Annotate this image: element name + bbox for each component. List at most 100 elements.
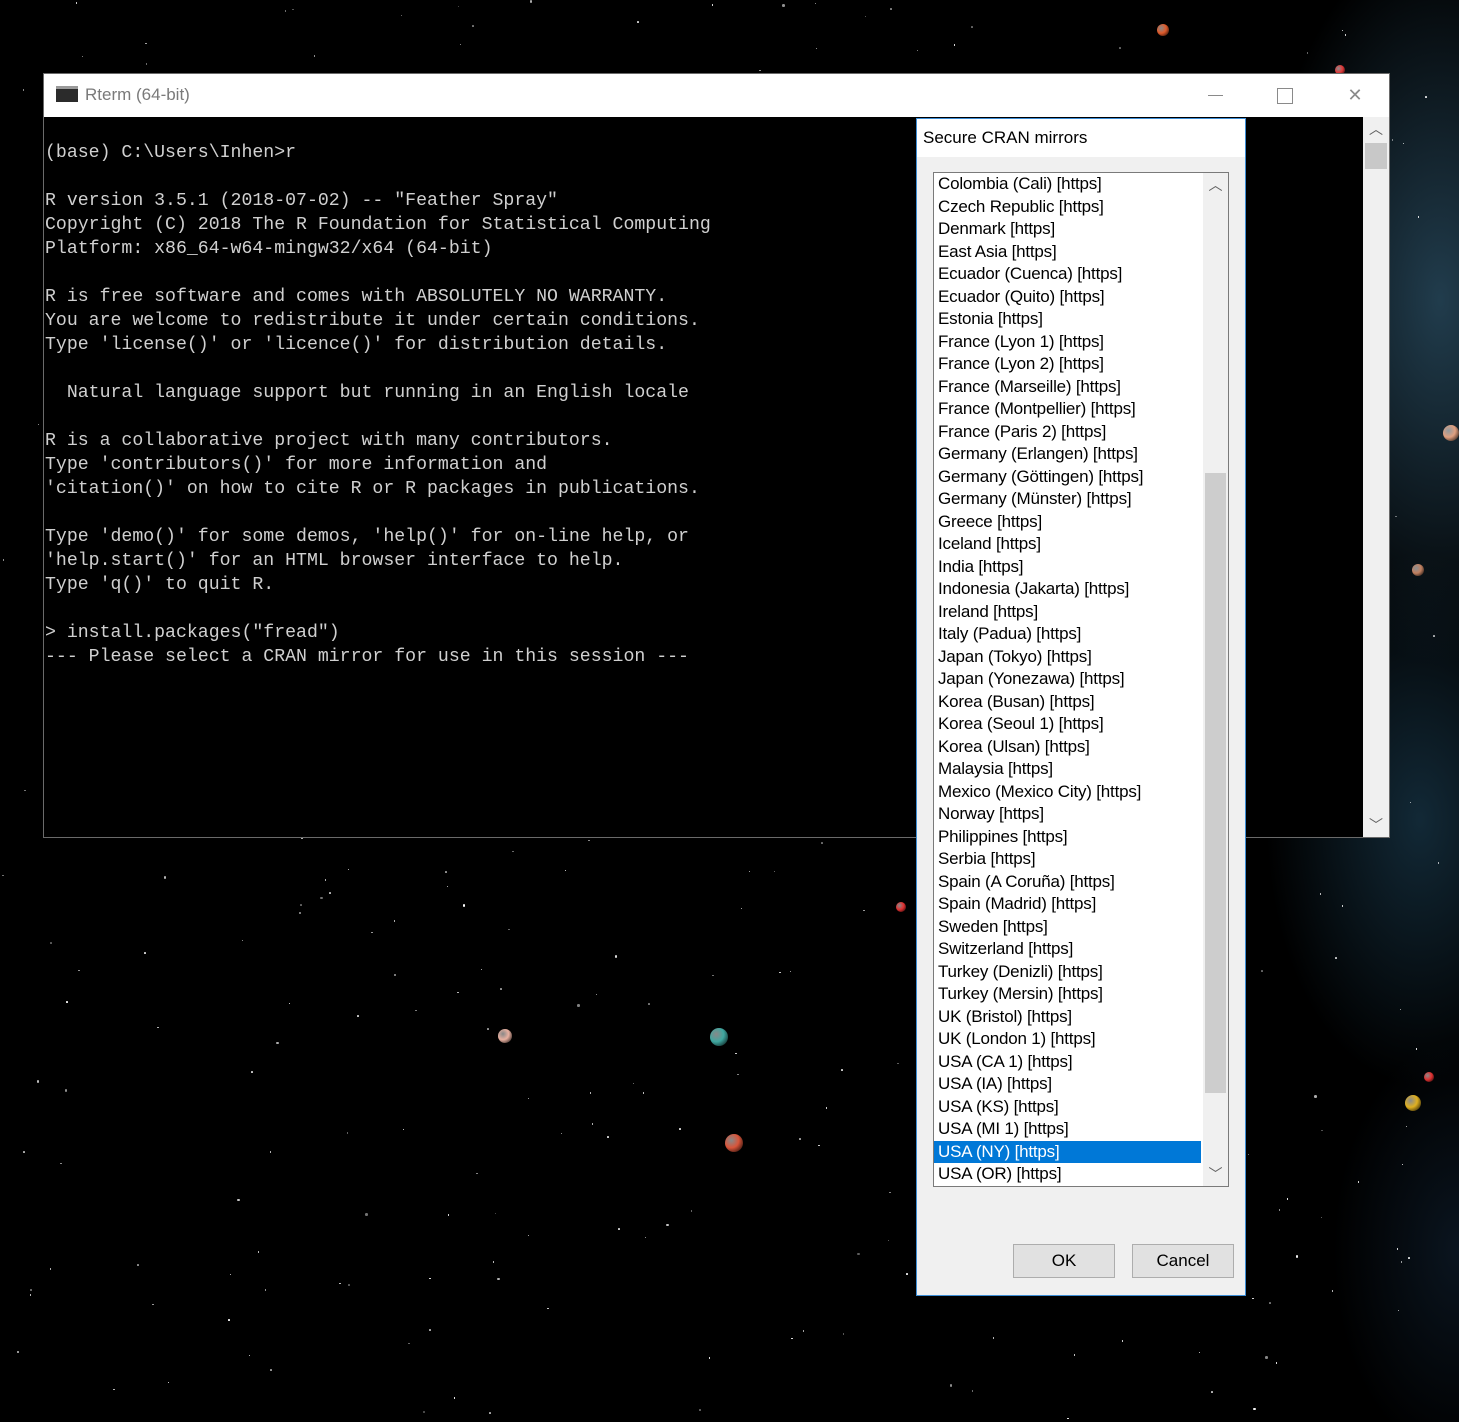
star xyxy=(276,1041,279,1045)
star xyxy=(773,870,776,873)
ok-button[interactable]: OK xyxy=(1013,1244,1115,1278)
mirror-list-item[interactable]: Germany (Göttingen) [https] xyxy=(934,466,1201,489)
star xyxy=(802,1330,805,1332)
mirror-list-item[interactable]: Korea (Busan) [https] xyxy=(934,691,1201,714)
console-line: 'citation()' on how to cite R or R packa… xyxy=(45,479,700,499)
mirror-list-item[interactable]: Ireland [https] xyxy=(934,601,1201,624)
star xyxy=(292,8,294,11)
scroll-down-icon[interactable]: ﹀ xyxy=(1363,813,1389,837)
mirror-list-item[interactable]: France (Paris 2) [https] xyxy=(934,421,1201,444)
mirror-list-item[interactable]: Korea (Seoul 1) [https] xyxy=(934,713,1201,736)
maximize-button[interactable] xyxy=(1250,74,1320,117)
mirror-list-item[interactable]: Japan (Tokyo) [https] xyxy=(934,646,1201,669)
mirror-list-item[interactable]: Malaysia [https] xyxy=(934,758,1201,781)
mirror-list-item[interactable]: USA (OR) [https] xyxy=(934,1163,1201,1186)
mirror-list-item[interactable]: Spain (A Coruña) [https] xyxy=(934,871,1201,894)
cran-mirror-dialog[interactable]: Secure CRAN mirrors Colombia (Cali) [htt… xyxy=(916,118,1246,1296)
list-scroll-thumb[interactable] xyxy=(1205,473,1226,1093)
mirror-list-item[interactable]: India [https] xyxy=(934,556,1201,579)
window-titlebar[interactable]: Rterm (64-bit) ✕ xyxy=(44,74,1389,117)
mirror-list-item[interactable]: Italy (Padua) [https] xyxy=(934,623,1201,646)
mirror-list-item[interactable]: Denmark [https] xyxy=(934,218,1201,241)
console-line: R is a collaborative project with many c… xyxy=(45,431,613,451)
mirror-list-item[interactable]: France (Lyon 1) [https] xyxy=(934,331,1201,354)
mirror-list-item[interactable]: East Asia [https] xyxy=(934,241,1201,264)
mirror-list-item[interactable]: Ecuador (Cuenca) [https] xyxy=(934,263,1201,286)
planet xyxy=(1443,425,1459,441)
planet xyxy=(896,902,906,912)
mirror-list-item[interactable]: USA (KS) [https] xyxy=(934,1096,1201,1119)
maximize-icon xyxy=(1277,87,1293,104)
star xyxy=(591,1123,594,1125)
star xyxy=(248,1354,251,1357)
list-scroll-up-icon[interactable]: ︿ xyxy=(1203,173,1228,197)
star xyxy=(992,1337,995,1339)
mirror-listbox[interactable]: Colombia (Cali) [https] Czech Republic [h… xyxy=(933,172,1229,1187)
mirror-list[interactable]: Colombia (Cali) [https] Czech Republic [h… xyxy=(934,173,1201,1186)
cancel-button[interactable]: Cancel xyxy=(1132,1244,1234,1278)
list-scroll-down-icon[interactable]: ﹀ xyxy=(1203,1162,1228,1186)
mirror-list-item[interactable]: Iceland [https] xyxy=(934,533,1201,556)
mirror-list-item[interactable]: USA (IA) [https] xyxy=(934,1073,1201,1096)
star xyxy=(66,1001,68,1003)
mirror-list-item[interactable]: USA (CA 1) [https] xyxy=(934,1051,1201,1074)
console-scrollbar[interactable]: ︿ ﹀ xyxy=(1363,117,1389,837)
star xyxy=(357,1015,359,1017)
mirror-list-item[interactable]: USA (NY) [https] xyxy=(934,1140,1201,1163)
mirror-list-item[interactable]: USA (MI 1) [https] xyxy=(934,1118,1201,1141)
mirror-list-item[interactable]: Czech Republic [https] xyxy=(934,196,1201,219)
mirror-list-item[interactable]: UK (Bristol) [https] xyxy=(934,1006,1201,1029)
planet xyxy=(498,1029,512,1043)
star xyxy=(897,1062,899,1065)
mirror-list-item[interactable]: France (Marseille) [https] xyxy=(934,376,1201,399)
scroll-up-icon[interactable]: ︿ xyxy=(1363,117,1389,141)
minimize-button[interactable] xyxy=(1180,74,1250,117)
star xyxy=(313,55,316,57)
star xyxy=(737,1073,739,1076)
mirror-list-item[interactable]: Serbia [https] xyxy=(934,848,1201,871)
star xyxy=(889,1191,891,1194)
star xyxy=(229,1273,232,1276)
dialog-titlebar[interactable]: Secure CRAN mirrors xyxy=(917,119,1245,157)
mirror-list-item[interactable]: Colombia (Cali) [https] xyxy=(934,173,1201,196)
mirror-list-item[interactable]: Sweden [https] xyxy=(934,916,1201,939)
mirror-list-item[interactable]: Estonia [https] xyxy=(934,308,1201,331)
star xyxy=(577,1004,580,1007)
star xyxy=(145,42,147,45)
star xyxy=(81,55,84,58)
star xyxy=(529,0,533,3)
mirror-list-item[interactable]: France (Lyon 2) [https] xyxy=(934,353,1201,376)
mirror-list-item[interactable]: Switzerland [https] xyxy=(934,938,1201,961)
star xyxy=(791,1337,793,1340)
star xyxy=(607,1136,609,1138)
mirror-list-item[interactable]: Norway [https] xyxy=(934,803,1201,826)
close-button[interactable]: ✕ xyxy=(1320,74,1390,117)
mirror-list-item[interactable]: Greece [https] xyxy=(934,511,1201,534)
dialog-title: Secure CRAN mirrors xyxy=(923,128,1088,147)
mirror-list-item[interactable]: UK (London 1) [https] xyxy=(934,1028,1201,1051)
mirror-list-item[interactable]: Turkey (Mersin) [https] xyxy=(934,983,1201,1006)
star xyxy=(393,973,397,977)
mirror-list-item[interactable]: Germany (Erlangen) [https] xyxy=(934,443,1201,466)
star xyxy=(759,69,761,72)
star xyxy=(1314,1095,1317,1098)
console-scroll-thumb[interactable] xyxy=(1365,143,1387,169)
mirror-list-item[interactable]: Ecuador (Quito) [https] xyxy=(934,286,1201,309)
mirror-list-item[interactable]: Indonesia (Jakarta) [https] xyxy=(934,578,1201,601)
mirror-list-scrollbar[interactable]: ︿ ﹀ xyxy=(1203,173,1228,1186)
mirror-list-item[interactable]: Korea (Ulsan) [https] xyxy=(934,736,1201,759)
mirror-list-item[interactable]: Turkey (Denizli) [https] xyxy=(934,961,1201,984)
star xyxy=(459,43,462,46)
mirror-list-item[interactable]: Japan (Yonezawa) [https] xyxy=(934,668,1201,691)
star xyxy=(1265,1356,1268,1359)
star xyxy=(564,869,567,872)
star xyxy=(269,1151,272,1153)
star xyxy=(547,1307,549,1310)
star xyxy=(23,1151,25,1153)
mirror-list-item[interactable]: Mexico (Mexico City) [https] xyxy=(934,781,1201,804)
mirror-list-item[interactable]: Philippines [https] xyxy=(934,826,1201,849)
mirror-list-item[interactable]: France (Montpellier) [https] xyxy=(934,398,1201,421)
mirror-list-item[interactable]: Spain (Madrid) [https] xyxy=(934,893,1201,916)
star xyxy=(445,871,447,873)
mirror-list-item[interactable]: Germany (Münster) [https] xyxy=(934,488,1201,511)
